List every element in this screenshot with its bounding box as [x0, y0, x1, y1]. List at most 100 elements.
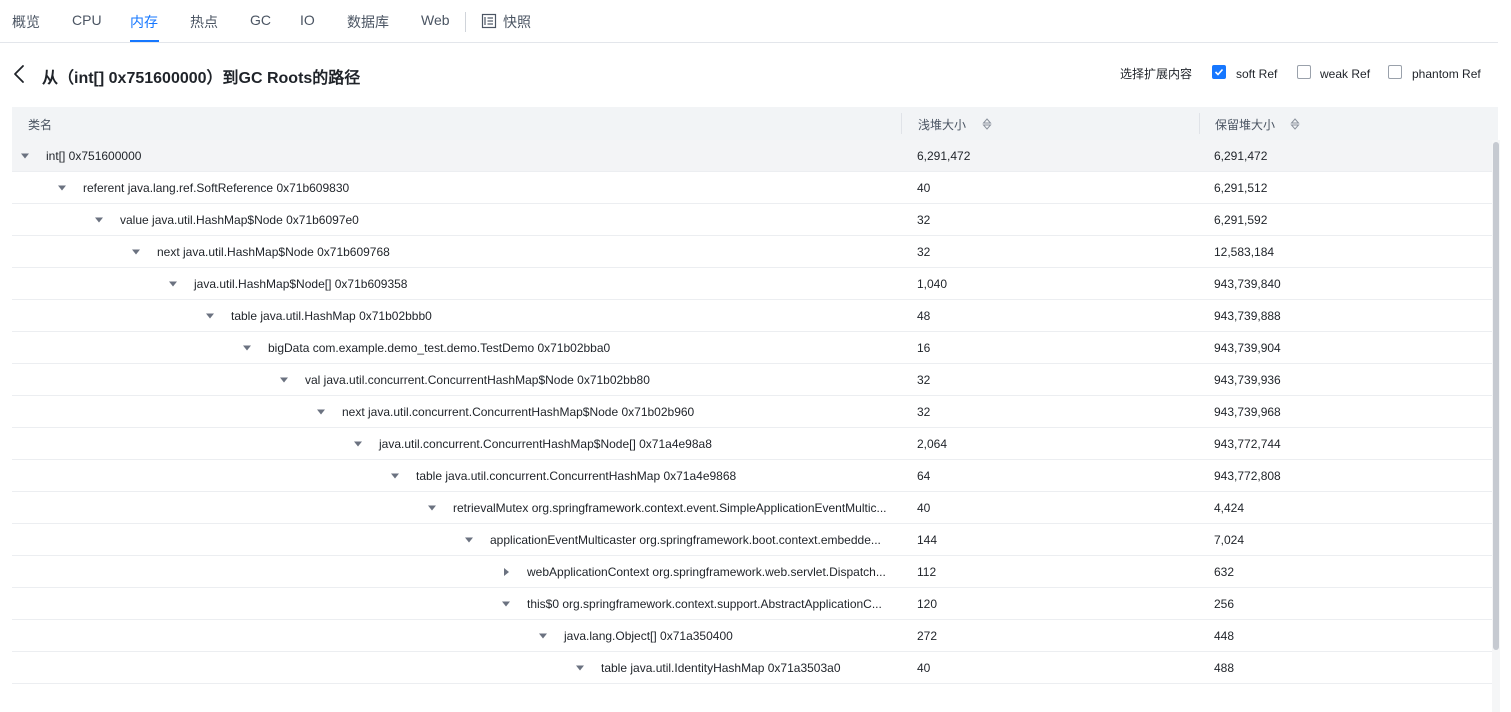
table-row[interactable]: java.util.concurrent.ConcurrentHashMap$N…: [12, 428, 1498, 460]
row-shallow-size: 32: [917, 213, 931, 227]
caret-down-icon[interactable]: [390, 472, 400, 480]
expand-options-label: 选择扩展内容: [1120, 67, 1193, 81]
tab-snapshot[interactable]: 快照: [503, 12, 531, 32]
row-class-name: bigData com.example.demo_test.demo.TestD…: [268, 341, 611, 355]
table-row[interactable]: this$0 org.springframework.context.suppo…: [12, 588, 1498, 620]
table-row[interactable]: bigData com.example.demo_test.demo.TestD…: [12, 332, 1498, 364]
row-retained-size: 943,772,808: [1214, 469, 1281, 483]
soft-ref-label[interactable]: soft Ref: [1236, 67, 1277, 81]
row-class-name: table java.util.HashMap 0x71b02bbb0: [231, 309, 432, 323]
page-title: 从（int[] 0x751600000）到GC Roots的路径: [42, 70, 361, 87]
table-row[interactable]: table java.util.IdentityHashMap 0x71a350…: [12, 652, 1498, 684]
row-class-name: referent java.lang.ref.SoftReference 0x7…: [83, 181, 350, 195]
row-class-name: value java.util.HashMap$Node 0x71b6097e0: [120, 213, 359, 227]
row-retained-size: 943,772,744: [1214, 437, 1281, 451]
table-row[interactable]: table java.util.HashMap 0x71b02bbb0 48 943…: [12, 300, 1498, 332]
row-shallow-size: 112: [917, 565, 937, 579]
sort-icon[interactable]: [982, 117, 992, 131]
column-header-shallow-size[interactable]: 浅堆大小: [918, 116, 966, 133]
tab-web[interactable]: Web: [421, 12, 450, 28]
scrollbar-thumb[interactable]: [1493, 142, 1499, 650]
column-divider[interactable]: [901, 113, 902, 134]
row-retained-size: 943,739,904: [1214, 341, 1281, 355]
caret-down-icon[interactable]: [57, 184, 67, 192]
table-row[interactable]: next java.util.HashMap$Node 0x71b609768 3…: [12, 236, 1498, 268]
weak-ref-label[interactable]: weak Ref: [1320, 67, 1370, 81]
caret-down-icon[interactable]: [427, 504, 437, 512]
row-shallow-size: 32: [917, 373, 931, 387]
row-shallow-size: 6,291,472: [917, 149, 971, 163]
soft-ref-checkbox[interactable]: [1212, 65, 1226, 79]
caret-down-icon[interactable]: [353, 440, 363, 448]
row-class-name: next java.util.HashMap$Node 0x71b609768: [157, 245, 390, 259]
row-retained-size: 448: [1214, 629, 1235, 643]
table-row[interactable]: table java.util.concurrent.ConcurrentHas…: [12, 460, 1498, 492]
tab-cpu[interactable]: CPU: [72, 12, 102, 28]
phantom-ref-checkbox[interactable]: [1388, 65, 1402, 79]
table-row[interactable]: retrievalMutex org.springframework.conte…: [12, 492, 1498, 524]
tab-overview[interactable]: 概览: [12, 12, 40, 32]
row-retained-size: 12,583,184: [1214, 245, 1275, 259]
row-shallow-size: 32: [917, 245, 931, 259]
row-retained-size: 6,291,592: [1214, 213, 1268, 227]
row-class-name: val java.util.concurrent.ConcurrentHashM…: [305, 373, 650, 387]
column-header-retained-size[interactable]: 保留堆大小: [1215, 116, 1275, 133]
tab-hotspot[interactable]: 热点: [190, 12, 218, 32]
caret-down-icon[interactable]: [464, 536, 474, 544]
weak-ref-checkbox[interactable]: [1297, 65, 1311, 79]
sort-icon[interactable]: [1290, 117, 1300, 131]
table-row[interactable]: value java.util.HashMap$Node 0x71b6097e0…: [12, 204, 1498, 236]
caret-down-icon[interactable]: [94, 216, 104, 224]
row-class-name: int[] 0x751600000: [46, 149, 142, 163]
row-class-name: webApplicationContext org.springframewor…: [527, 565, 886, 579]
row-retained-size: 943,739,936: [1214, 373, 1281, 387]
row-class-name: applicationEventMulticaster org.springfr…: [490, 533, 881, 547]
row-shallow-size: 2,064: [917, 437, 948, 451]
row-shallow-size: 48: [917, 309, 931, 323]
table-row[interactable]: next java.util.concurrent.ConcurrentHash…: [12, 396, 1498, 428]
table-row[interactable]: webApplicationContext org.springframewor…: [12, 556, 1498, 588]
column-header-class-name: 类名: [28, 118, 53, 132]
caret-right-icon[interactable]: [501, 568, 511, 576]
row-class-name: java.lang.Object[] 0x71a350400: [564, 629, 733, 643]
caret-down-icon[interactable]: [205, 312, 215, 320]
row-class-name: next java.util.concurrent.ConcurrentHash…: [342, 405, 695, 419]
caret-down-icon[interactable]: [131, 248, 141, 256]
tab-gc[interactable]: GC: [250, 12, 271, 28]
back-arrow-icon[interactable]: [12, 64, 28, 84]
caret-down-icon[interactable]: [168, 280, 178, 288]
row-shallow-size: 40: [917, 501, 931, 515]
row-retained-size: 4,424: [1214, 501, 1245, 515]
row-class-name: java.util.HashMap$Node[] 0x71b609358: [194, 277, 408, 291]
table-row[interactable]: applicationEventMulticaster org.springfr…: [12, 524, 1498, 556]
row-shallow-size: 16: [917, 341, 931, 355]
row-class-name: this$0 org.springframework.context.suppo…: [527, 597, 882, 611]
row-shallow-size: 32: [917, 405, 931, 419]
tab-io[interactable]: IO: [300, 12, 315, 28]
tab-database[interactable]: 数据库: [347, 12, 389, 32]
caret-down-icon[interactable]: [279, 376, 289, 384]
caret-down-icon[interactable]: [501, 600, 511, 608]
column-divider[interactable]: [1199, 113, 1200, 134]
caret-down-icon[interactable]: [316, 408, 326, 416]
row-shallow-size: 120: [917, 597, 938, 611]
caret-down-icon[interactable]: [538, 632, 548, 640]
table-row[interactable]: java.util.HashMap$Node[] 0x71b609358 1,04…: [12, 268, 1498, 300]
phantom-ref-label[interactable]: phantom Ref: [1412, 67, 1481, 81]
table-row[interactable]: int[] 0x751600000 6,291,472 6,291,472: [12, 140, 1498, 172]
active-tab-indicator: [130, 40, 159, 42]
table-row[interactable]: val java.util.concurrent.ConcurrentHashM…: [12, 364, 1498, 396]
row-class-name: retrievalMutex org.springframework.conte…: [453, 501, 887, 515]
caret-down-icon[interactable]: [575, 664, 585, 672]
table-header: 类名 浅堆大小 保留堆大小: [12, 107, 1498, 140]
row-shallow-size: 272: [917, 629, 938, 643]
caret-down-icon[interactable]: [20, 152, 30, 160]
row-retained-size: 6,291,512: [1214, 181, 1268, 195]
row-class-name: java.util.concurrent.ConcurrentHashMap$N…: [379, 437, 712, 451]
caret-down-icon[interactable]: [242, 344, 252, 352]
table-row[interactable]: referent java.lang.ref.SoftReference 0x7…: [12, 172, 1498, 204]
row-retained-size: 256: [1214, 597, 1235, 611]
tab-memory[interactable]: 内存: [130, 12, 158, 32]
check-icon: [1214, 68, 1224, 76]
table-row[interactable]: java.lang.Object[] 0x71a350400 272 448: [12, 620, 1498, 652]
